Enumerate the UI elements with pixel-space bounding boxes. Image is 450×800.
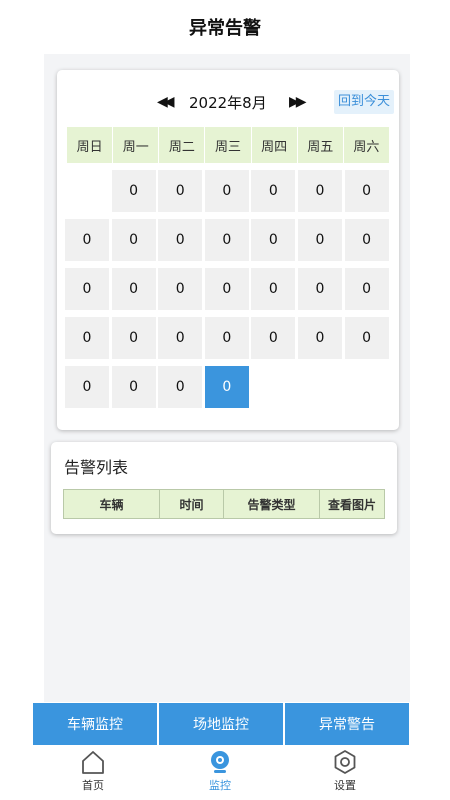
calendar-day-cell[interactable]: 0 bbox=[251, 317, 296, 359]
calendar-grid: 0000000000000000000000000000000 bbox=[65, 170, 391, 408]
calendar-day-cell[interactable]: 0 bbox=[204, 170, 249, 212]
function-tabs: 车辆监控 场地监控 异常警告 bbox=[33, 703, 409, 745]
nav-item-monitor[interactable]: 监控 bbox=[190, 749, 250, 797]
column-time: 时间 bbox=[160, 490, 224, 518]
calendar-empty-cell bbox=[298, 366, 342, 408]
calendar-day-cell[interactable]: 0 bbox=[344, 317, 389, 359]
tab-abnormal-alert[interactable]: 异常警告 bbox=[285, 703, 409, 745]
tab-site-monitor[interactable]: 场地监控 bbox=[159, 703, 283, 745]
calendar-day-cell[interactable]: 0 bbox=[204, 268, 249, 310]
calendar-day-cell[interactable]: 0 bbox=[111, 219, 156, 261]
calendar-day-cell[interactable]: 0 bbox=[251, 268, 296, 310]
calendar-day-cell[interactable]: 0 bbox=[65, 268, 109, 310]
alarm-list-card: 告警列表 车辆 时间 告警类型 查看图片 bbox=[51, 442, 397, 534]
calendar-day-cell[interactable]: 0 bbox=[251, 219, 296, 261]
calendar-day-cell[interactable]: 0 bbox=[158, 317, 203, 359]
calendar-day-cell[interactable]: 0 bbox=[297, 317, 342, 359]
calendar-empty-cell bbox=[65, 170, 109, 212]
main-content: ◀◀ 2022年8月 ▶▶ 回到今天 周日 周一 周二 周三 周四 周五 周六 … bbox=[44, 54, 410, 702]
nav-item-home[interactable]: 首页 bbox=[63, 749, 123, 797]
calendar-day-cell[interactable]: 0 bbox=[251, 170, 296, 212]
calendar-day-cell[interactable]: 0 bbox=[204, 219, 249, 261]
calendar-nav: ◀◀ 2022年8月 ▶▶ 回到今天 bbox=[57, 90, 399, 116]
tab-vehicle-monitor[interactable]: 车辆监控 bbox=[33, 703, 157, 745]
calendar-day-cell[interactable]: 0 bbox=[158, 219, 203, 261]
prev-month-button[interactable]: ◀◀ bbox=[157, 94, 174, 110]
weekday-header: 周日 周一 周二 周三 周四 周五 周六 bbox=[67, 127, 389, 163]
calendar-day-cell[interactable]: 0 bbox=[111, 317, 156, 359]
weekday-thu: 周四 bbox=[252, 127, 298, 163]
calendar-day-cell[interactable]: 0 bbox=[297, 219, 342, 261]
calendar-day-cell[interactable]: 0 bbox=[297, 268, 342, 310]
camera-icon bbox=[211, 751, 229, 773]
home-icon bbox=[82, 751, 104, 774]
nav-label-monitor: 监控 bbox=[209, 779, 231, 792]
weekday-sun: 周日 bbox=[67, 127, 114, 163]
gear-icon bbox=[334, 750, 356, 774]
nav-label-settings: 设置 bbox=[334, 779, 356, 792]
alarm-table-header: 车辆 时间 告警类型 查看图片 bbox=[63, 489, 385, 519]
calendar-day-cell[interactable]: 0 bbox=[297, 170, 342, 212]
weekday-wed: 周三 bbox=[205, 127, 252, 163]
calendar-day-cell[interactable]: 0 bbox=[204, 317, 249, 359]
calendar-card: ◀◀ 2022年8月 ▶▶ 回到今天 周日 周一 周二 周三 周四 周五 周六 … bbox=[57, 70, 399, 430]
weekday-mon: 周一 bbox=[113, 127, 160, 163]
back-to-today-button[interactable]: 回到今天 bbox=[334, 90, 395, 114]
calendar-empty-cell bbox=[251, 366, 295, 408]
calendar-day-cell[interactable]: 0 bbox=[158, 366, 203, 408]
calendar-day-cell[interactable]: 0 bbox=[344, 170, 389, 212]
calendar-day-cell[interactable]: 0 bbox=[65, 366, 109, 408]
weekday-sat: 周六 bbox=[353, 139, 380, 155]
column-alarm-type: 告警类型 bbox=[224, 490, 320, 518]
app-root: 异常告警 ◀◀ 2022年8月 ▶▶ 回到今天 周日 周一 周二 周三 周四 周… bbox=[0, 0, 450, 800]
weekday-fri: 周五 bbox=[298, 127, 344, 163]
column-vehicle: 车辆 bbox=[64, 490, 160, 518]
calendar-day-cell[interactable]: 0 bbox=[158, 170, 203, 212]
page-title: 异常告警 bbox=[189, 18, 261, 39]
page-header: 异常告警 bbox=[0, 0, 450, 54]
calendar-day-cell[interactable]: 0 bbox=[65, 219, 109, 261]
calendar-empty-cell bbox=[345, 366, 389, 408]
bottom-nav: 首页 监控 设置 bbox=[0, 745, 450, 800]
calendar-day-cell[interactable]: 0 bbox=[65, 317, 109, 359]
calendar-day-cell[interactable]: 0 bbox=[344, 268, 389, 310]
next-month-button[interactable]: ▶▶ bbox=[289, 94, 306, 110]
calendar-day-cell[interactable]: 0 bbox=[111, 170, 156, 212]
month-label: 2022年8月 bbox=[189, 94, 267, 112]
calendar-day-cell[interactable]: 0 bbox=[111, 268, 156, 310]
column-view-image: 查看图片 bbox=[327, 497, 376, 512]
calendar-day-cell[interactable]: 0 bbox=[111, 366, 156, 408]
calendar-day-cell[interactable]: 0 bbox=[344, 219, 389, 261]
weekday-tue: 周二 bbox=[159, 127, 206, 163]
nav-item-settings[interactable]: 设置 bbox=[315, 749, 375, 797]
calendar-day-cell[interactable]: 0 bbox=[158, 268, 203, 310]
nav-label-home: 首页 bbox=[82, 779, 104, 792]
alarm-list-title: 告警列表 bbox=[64, 458, 129, 477]
calendar-day-cell[interactable]: 0 bbox=[204, 366, 249, 408]
